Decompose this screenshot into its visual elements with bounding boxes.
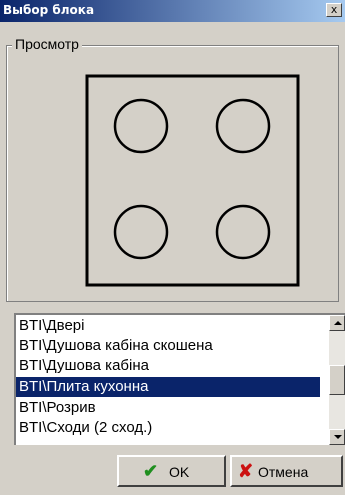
list-item[interactable]: BTI\Душова кабіна скошена <box>16 336 320 356</box>
cancel-button-label: Отмена <box>258 464 309 480</box>
burner-bottom-left <box>113 204 169 260</box>
arrow-up-icon <box>334 321 342 325</box>
list-item[interactable]: BTI\Сходи (2 сход.) <box>16 418 320 438</box>
list-item[interactable]: BTI\Розрив <box>16 398 320 418</box>
close-icon: x <box>330 3 338 16</box>
list-item-label: BTI\Сходи (2 сход.) <box>19 419 153 436</box>
list-item-label: BTI\Розрив <box>19 399 96 416</box>
window-title: Выбор блока <box>3 3 95 17</box>
burner-top-left <box>113 98 169 154</box>
preview-group <box>6 45 339 302</box>
scroll-thumb[interactable] <box>329 365 345 395</box>
block-preview <box>85 74 300 287</box>
checkmark-icon: ✔ <box>143 461 159 481</box>
list-item-selected[interactable]: BTI\Плита кухонна <box>16 377 320 397</box>
scroll-up-button[interactable] <box>329 315 345 331</box>
list-scrollbar[interactable] <box>329 315 345 445</box>
cross-icon: ✘ <box>238 461 254 481</box>
list-item[interactable]: BTI\Двері <box>16 316 320 336</box>
preview-group-label: Просмотр <box>12 36 82 52</box>
scroll-down-button[interactable] <box>329 429 345 445</box>
stove-outline <box>85 74 300 287</box>
list-item-label: BTI\Двері <box>19 317 85 334</box>
list-item-label: BTI\Душова кабіна <box>19 357 149 374</box>
ok-button[interactable]: ✔ OK <box>117 455 226 487</box>
burner-bottom-right <box>215 204 271 260</box>
burner-top-right <box>215 98 271 154</box>
block-list[interactable]: BTI\Двері BTI\Душова кабіна скошена BTI\… <box>14 313 345 445</box>
list-item[interactable]: BTI\Душова кабіна <box>16 356 320 376</box>
ok-button-label: OK <box>169 464 190 480</box>
list-item-label: BTI\Душова кабіна скошена <box>19 337 213 354</box>
list-item-label: BTI\Плита кухонна <box>19 378 149 395</box>
cancel-button[interactable]: ✘ Отмена <box>230 455 343 487</box>
title-bar[interactable]: Выбор блока x <box>0 0 345 22</box>
arrow-down-icon <box>334 435 342 439</box>
close-button[interactable]: x <box>326 3 342 17</box>
